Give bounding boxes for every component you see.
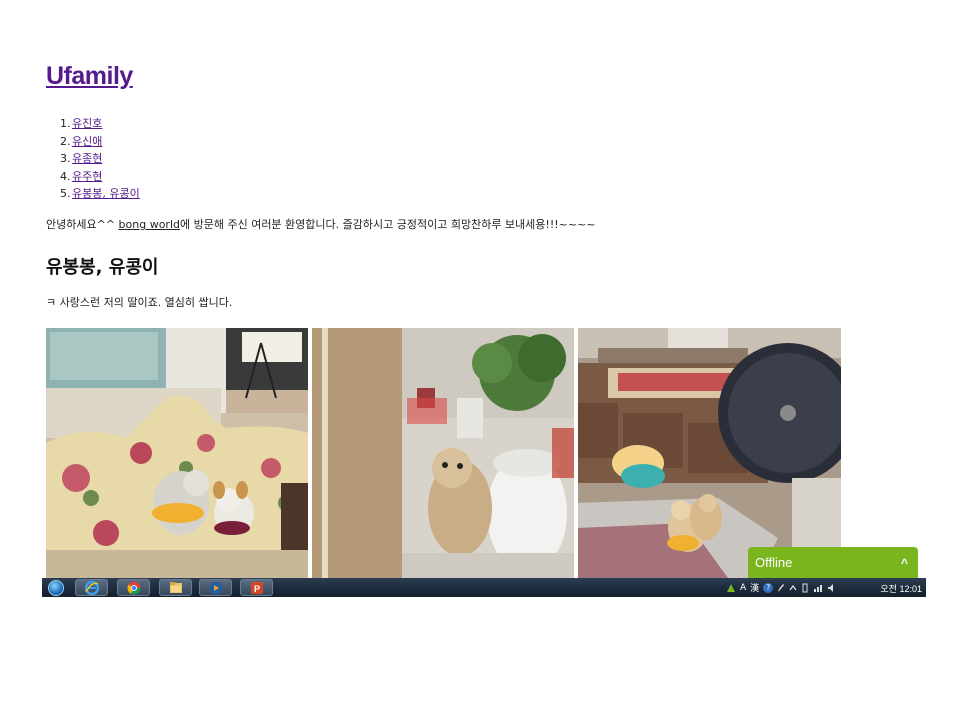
svg-text:P: P [254, 584, 260, 594]
volume-icon[interactable] [827, 583, 837, 593]
nav-item-number: 4. [60, 169, 71, 183]
hanja-mode-indicator[interactable]: 漢 [750, 581, 759, 594]
photo-dogs-on-sofa-image [46, 328, 308, 578]
chrome-icon [127, 581, 140, 594]
photo-dog-in-bathroom[interactable] [312, 328, 574, 578]
show-hidden-icons-icon[interactable] [789, 584, 797, 592]
windows-orb-icon [47, 579, 64, 596]
media-player-icon [209, 581, 222, 594]
taskbar-chrome-button[interactable] [117, 579, 150, 596]
language-bar-icon[interactable] [726, 583, 736, 593]
network-icon[interactable] [813, 583, 823, 593]
photo-dog-in-bathroom-image [312, 328, 574, 578]
nav-link-jonghyun[interactable]: 유종현 [72, 150, 102, 168]
start-button[interactable] [42, 578, 69, 597]
nav-item: 2. 유신애 [46, 133, 140, 151]
photo-dogs-on-sofa[interactable] [46, 328, 308, 578]
intro-text: 안녕하세요^^ bong world에 방문해 주신 여러분 환영합니다. 즐감… [46, 216, 596, 232]
post-text: ㅋ 사랑스런 저의 딸이죠. 열심히 쌉니다. [46, 296, 233, 309]
powerpoint-icon: P [250, 581, 263, 594]
nav-link-jinho[interactable]: 유진호 [72, 115, 102, 133]
nav-link-sinae[interactable]: 유신애 [72, 133, 102, 151]
nav-item-number: 3. [60, 152, 71, 165]
nav-item: 3. 유종현 [46, 150, 140, 168]
site-title-link[interactable]: Ufamily [46, 62, 133, 91]
nav-item: 1. 유진호 [46, 115, 140, 133]
help-icon[interactable]: ? [763, 582, 774, 593]
taskbar-clock[interactable]: 오전 12:01 [880, 582, 922, 595]
taskbar-media-player-button[interactable] [199, 579, 232, 596]
taskbar-explorer-button[interactable] [159, 579, 192, 596]
nav-item: 4. 유주현 [46, 168, 140, 186]
intro-after: 에 방문해 주신 여러분 환영합니다. 즐감하시고 긍정적이고 희망찬하루 보내… [179, 218, 596, 231]
intro-before: 안녕하세요^^ [46, 218, 119, 231]
nav-link-juhyun[interactable]: 유주현 [72, 168, 102, 186]
photo-dogs-on-blanket[interactable] [578, 328, 841, 578]
system-tray: A 漢 ? [726, 578, 837, 597]
taskbar-ie-button[interactable] [75, 579, 108, 596]
post-title: 유봉봉, 유콩이 [46, 257, 159, 278]
nav-item-number: 1. [60, 117, 71, 130]
photo-dogs-on-blanket-image [578, 328, 841, 578]
nav-link-bongbong-kongi[interactable]: 유봉봉, 유콩이 [72, 185, 140, 203]
chevron-up-icon[interactable]: ^ [901, 556, 908, 570]
taskbar-powerpoint-button[interactable]: P [240, 579, 273, 596]
windows-taskbar: P A 漢 ? 오전 12:01 [42, 578, 926, 597]
page: Ufamily 1. 유진호 2. 유신애 3. 유종현 4. 유주현 5. 유봉봉, 유… [0, 0, 960, 720]
battery-icon[interactable] [801, 583, 809, 593]
pen-icon[interactable] [777, 583, 785, 593]
folder-icon [169, 582, 182, 593]
chat-status-label: Offline [755, 555, 793, 570]
ime-mode-indicator[interactable]: A [740, 583, 746, 593]
bong-world-link[interactable]: bong world [119, 218, 180, 231]
ie-icon [84, 580, 99, 595]
nav-item: 5. 유봉봉, 유콩이 [46, 185, 140, 203]
nav-item-number: 5. [60, 187, 71, 200]
family-nav-list: 1. 유진호 2. 유신애 3. 유종현 4. 유주현 5. 유봉봉, 유콩이 [46, 115, 140, 203]
chat-offline-widget[interactable]: Offline ^ [748, 547, 918, 578]
nav-item-number: 2. [60, 134, 71, 148]
